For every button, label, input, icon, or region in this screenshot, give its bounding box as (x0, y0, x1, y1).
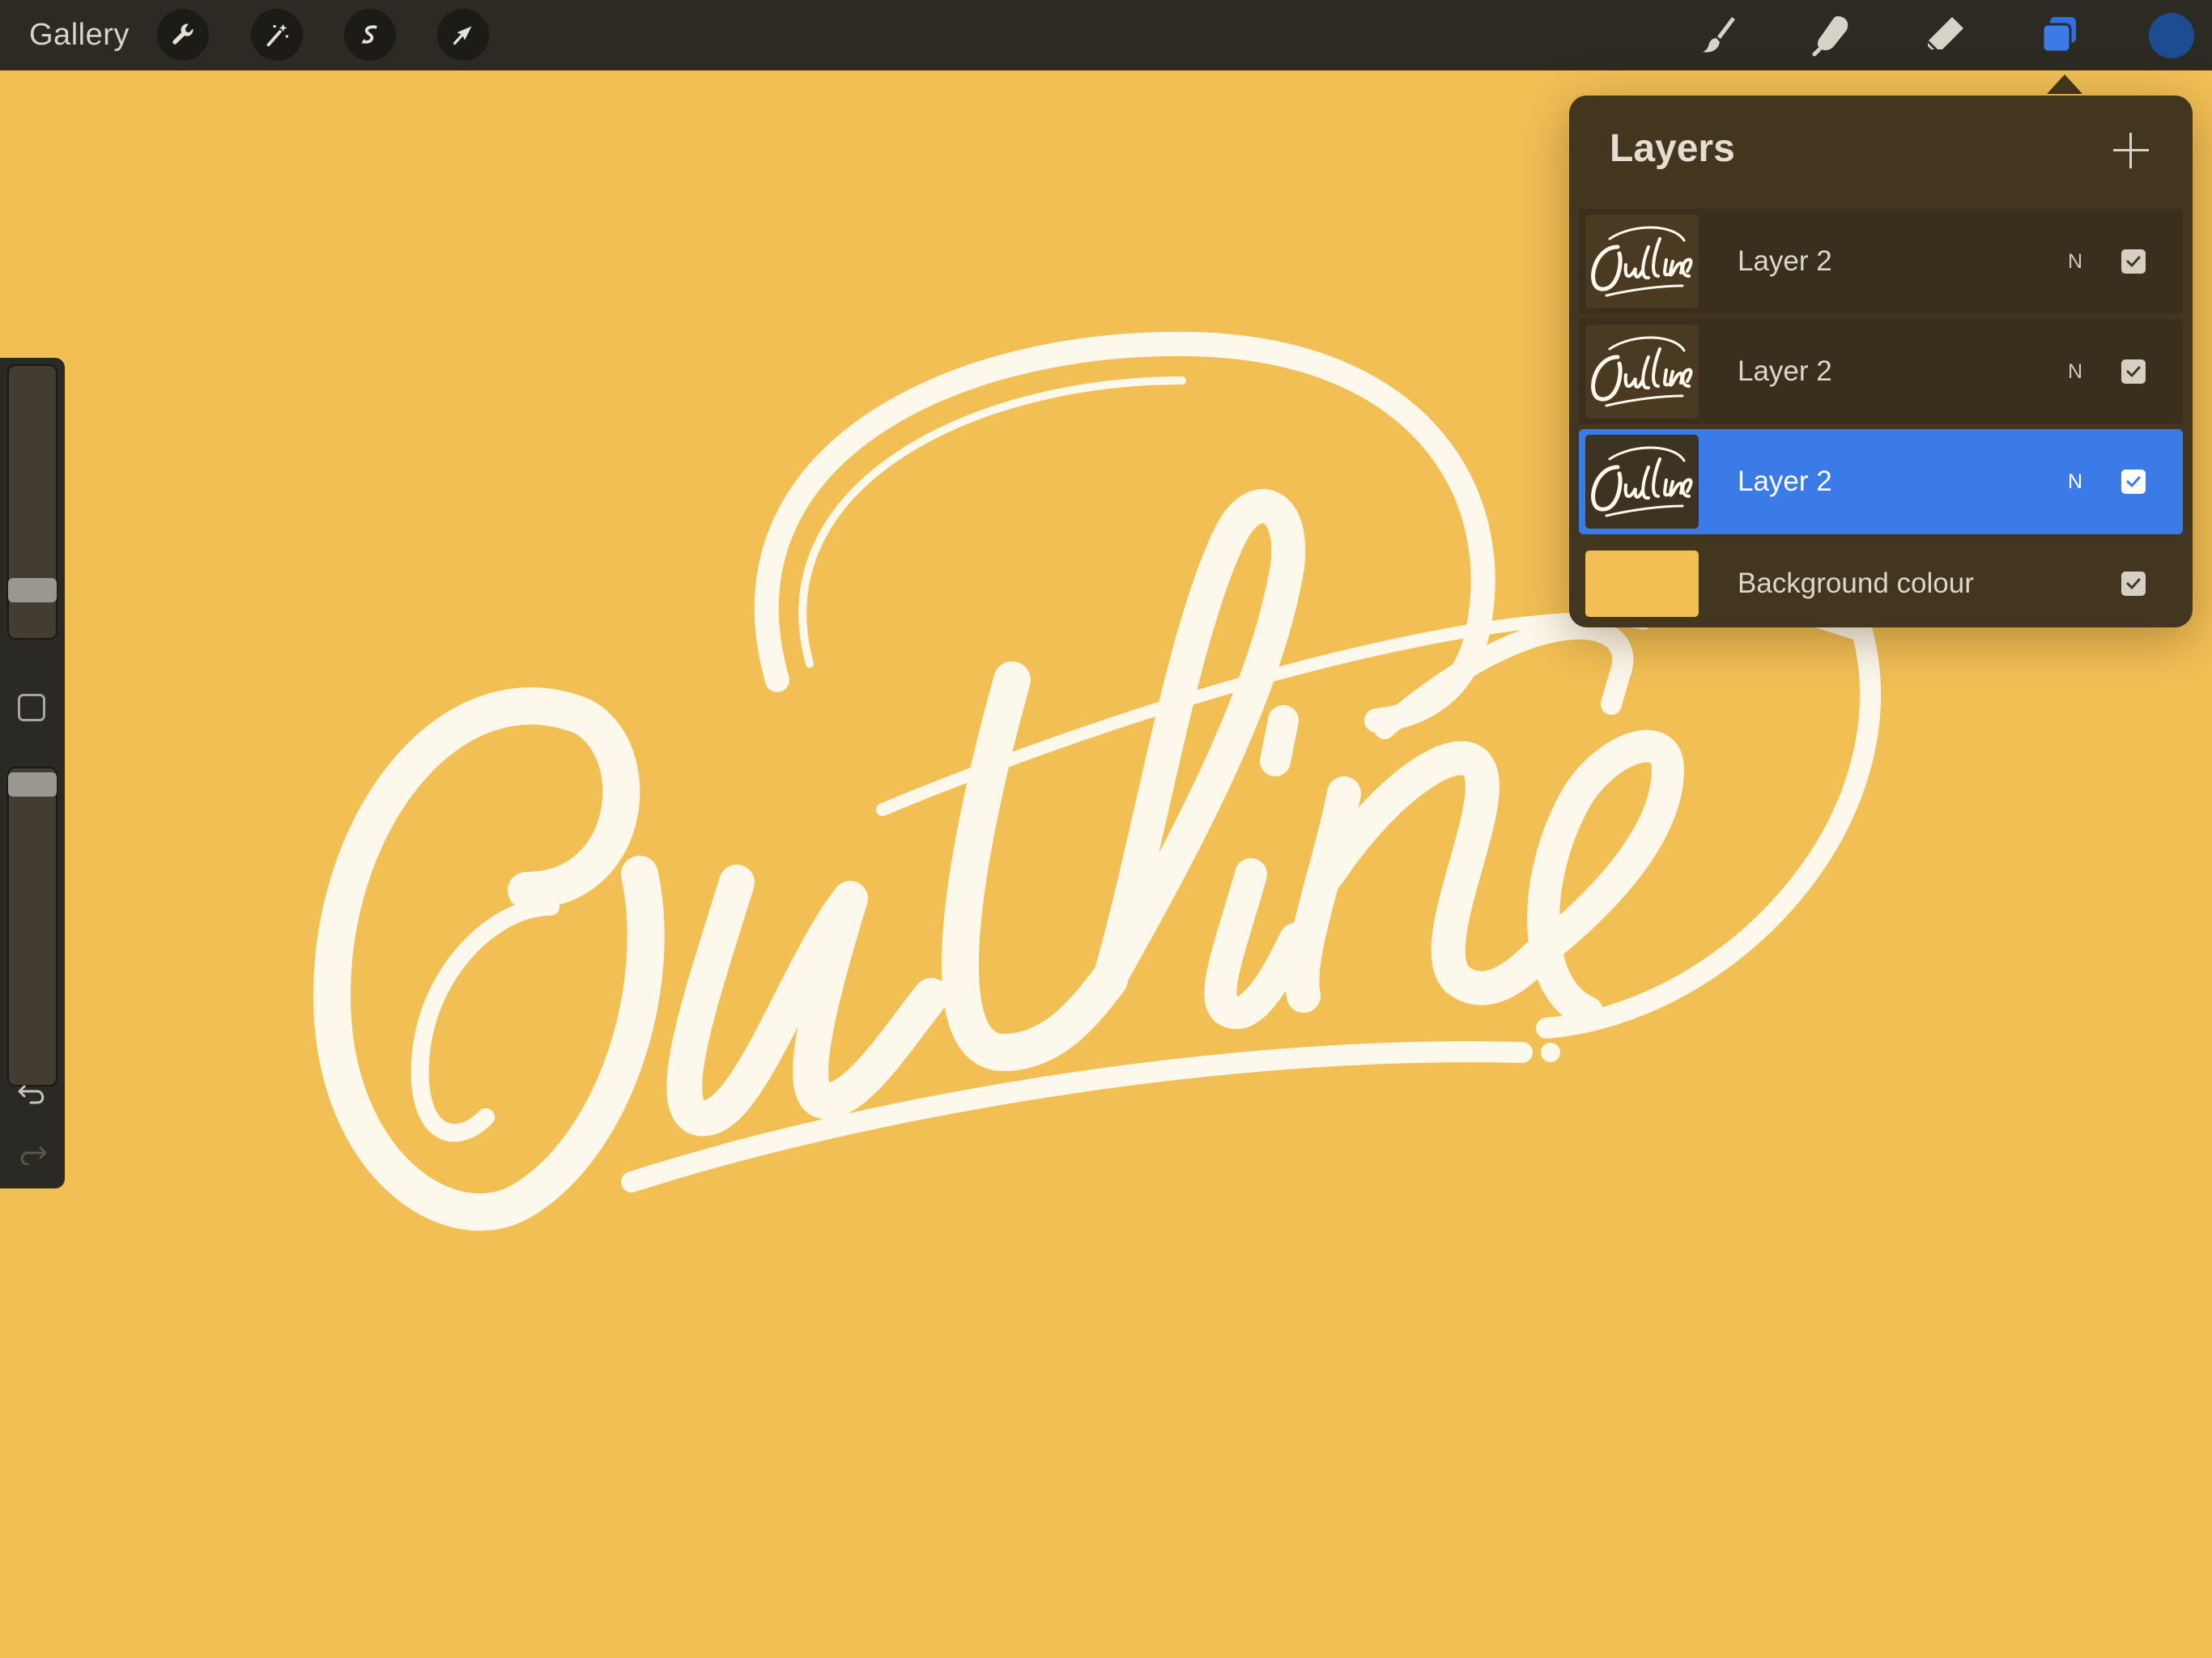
actions-button[interactable] (157, 9, 209, 61)
brush-size-thumb[interactable] (8, 578, 57, 602)
magic-wand-icon (266, 23, 289, 47)
blend-mode-button[interactable]: N (2068, 429, 2082, 534)
selection-button[interactable] (344, 9, 396, 61)
checkmark-icon (2126, 366, 2141, 377)
undo-icon[interactable] (15, 1075, 50, 1111)
blend-mode-button[interactable]: N (2068, 209, 2082, 314)
colour-picker[interactable] (2149, 13, 2194, 58)
layer-name: Layer 2 (1738, 466, 1832, 497)
selection-icon (361, 25, 377, 44)
layer-thumbnail (1585, 435, 1699, 529)
visibility-checkbox[interactable] (2121, 359, 2146, 384)
layers-panel-pointer (2047, 74, 2082, 94)
adjustments-button[interactable] (251, 9, 303, 61)
wrench-icon (172, 23, 194, 45)
modify-button[interactable] (18, 694, 45, 721)
transform-arrow-icon (453, 26, 472, 45)
layer-thumbnail (1585, 325, 1699, 419)
background-colour-swatch[interactable] (1585, 551, 1699, 617)
eraser-tool[interactable] (1919, 8, 1972, 62)
layers-panel: Layers Layer 2 N Layer 2 N Layer 2 N Bac… (1569, 96, 2193, 627)
smudge-icon (1812, 16, 1848, 57)
gallery-button[interactable]: Gallery (29, 0, 130, 70)
checkmark-icon (2126, 578, 2141, 589)
smudge-tool[interactable] (1806, 8, 1859, 62)
layer-thumbnail (1585, 215, 1699, 308)
opacity-thumb[interactable] (8, 772, 57, 797)
visibility-checkbox[interactable] (2121, 249, 2146, 274)
background-colour-row[interactable]: Background colour (1579, 539, 2183, 644)
opacity-slider[interactable] (7, 767, 57, 1086)
visibility-checkbox[interactable] (2121, 470, 2146, 494)
redo-icon[interactable] (15, 1137, 50, 1172)
add-layer-button[interactable] (2113, 133, 2149, 168)
layer-row[interactable]: Layer 2 N (1579, 319, 2183, 424)
blend-mode-button[interactable]: N (2068, 319, 2082, 424)
brush-sidebar (0, 358, 65, 1188)
brush-icon (1703, 17, 1735, 53)
background-colour-label: Background colour (1738, 568, 1974, 599)
checkmark-icon (2126, 256, 2141, 267)
checkmark-icon (2126, 476, 2141, 487)
transform-button[interactable] (437, 9, 489, 61)
layer-name: Layer 2 (1738, 355, 1832, 387)
layer-row[interactable]: Layer 2 N (1579, 209, 2183, 314)
lettering-thumbnail-icon (1591, 226, 1693, 297)
layer-name: Layer 2 (1738, 245, 1832, 277)
layers-icon (2041, 17, 2076, 53)
panel-title: Layers (1610, 127, 1735, 170)
visibility-checkbox[interactable] (2121, 572, 2146, 596)
top-toolbar: Gallery (0, 0, 2212, 70)
lettering-thumbnail-icon (1591, 446, 1693, 517)
layer-row-selected[interactable]: Layer 2 N (1579, 429, 2183, 534)
brush-size-slider[interactable] (7, 364, 57, 640)
layers-tool[interactable] (2032, 8, 2086, 62)
brush-tool[interactable] (1692, 8, 1746, 62)
eraser-icon (1926, 17, 1963, 54)
lettering-thumbnail-icon (1591, 336, 1693, 407)
